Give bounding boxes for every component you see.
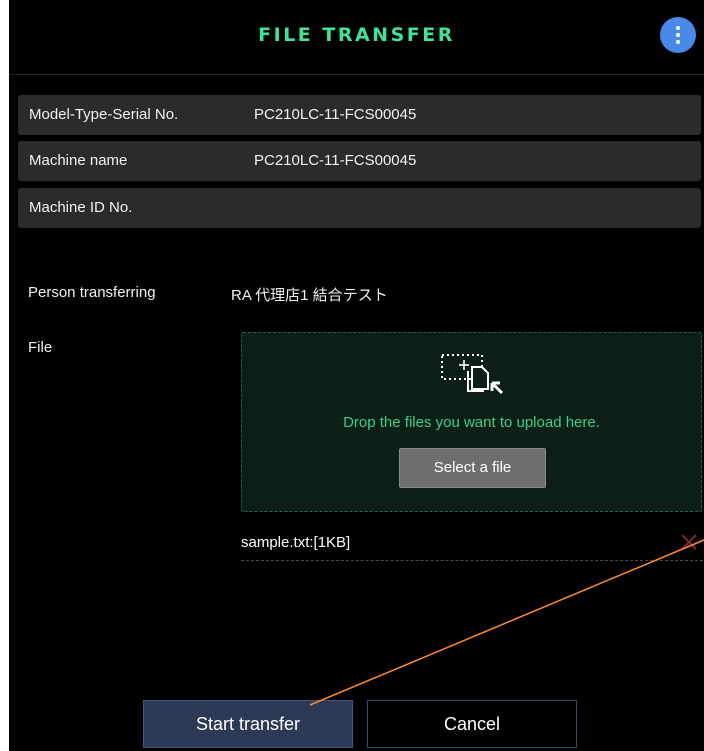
window-edge — [0, 0, 9, 751]
remove-x-icon[interactable] — [679, 532, 699, 552]
file-name: sample.txt:[1KB] — [241, 534, 351, 551]
file-list-item: sample.txt:[1KB] — [241, 528, 703, 561]
info-label: Model-Type-Serial No. — [29, 106, 179, 123]
info-value: PC210LC-11-FCS00045 — [254, 152, 417, 169]
info-label: Machine ID No. — [29, 199, 133, 216]
info-row-model: Model-Type-Serial No. PC210LC-11-FCS0004… — [18, 95, 701, 135]
file-drop-icon — [441, 354, 504, 395]
person-transferring-value: RA 代理店1 結合テスト — [231, 287, 388, 304]
page-title: FILE TRANSFER — [258, 24, 455, 46]
file-dropzone[interactable]: Drop the files you want to upload here. … — [241, 332, 702, 512]
select-file-button[interactable]: Select a file — [399, 448, 546, 488]
file-transfer-screen: FILE TRANSFER Model-Type-Serial No. PC21… — [9, 0, 704, 751]
info-value: PC210LC-11-FCS00045 — [254, 106, 417, 123]
info-row-machine-name: Machine name PC210LC-11-FCS00045 — [18, 141, 701, 181]
kebab-menu-icon[interactable] — [660, 17, 696, 53]
info-row-machine-id: Machine ID No. — [18, 188, 701, 228]
header: FILE TRANSFER — [9, 0, 704, 75]
start-transfer-button[interactable]: Start transfer — [143, 700, 353, 748]
info-label: Machine name — [29, 152, 128, 169]
dropzone-instructions: Drop the files you want to upload here. — [343, 414, 600, 431]
person-transferring-label: Person transferring — [28, 284, 156, 301]
cancel-button[interactable]: Cancel — [367, 700, 577, 748]
file-label: File — [28, 339, 53, 356]
